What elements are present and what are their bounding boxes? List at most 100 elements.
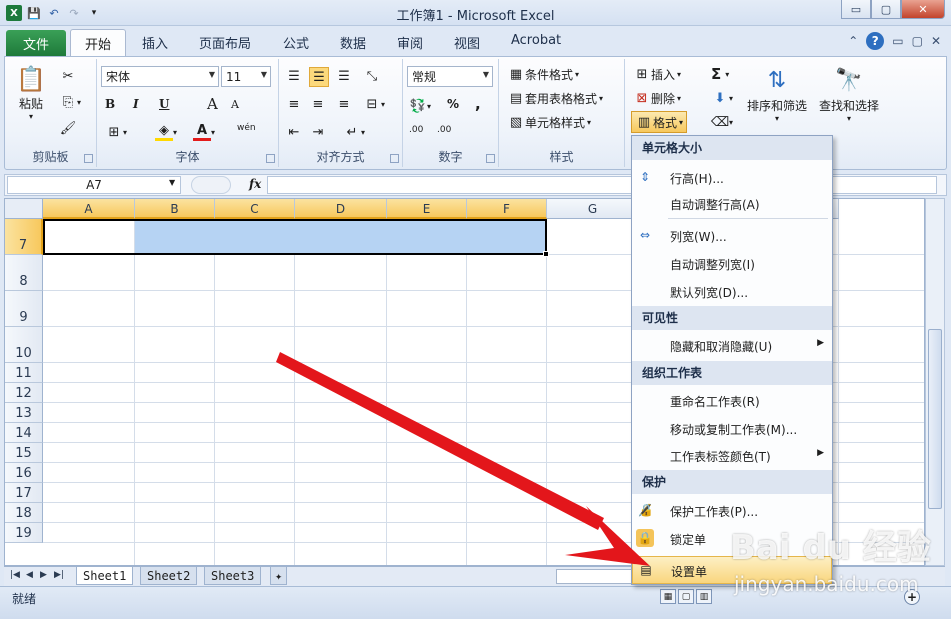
bold-button[interactable]: B (105, 97, 115, 111)
tab-review[interactable]: 审阅 (397, 33, 423, 52)
align-left-button[interactable]: ≡ (285, 95, 303, 113)
increase-indent-button[interactable]: ⇥ (309, 123, 327, 141)
font-name-combo[interactable]: 宋体 ▼ (101, 66, 219, 87)
menu-item-default-width[interactable]: 默认列宽(D)... (632, 278, 832, 304)
minimize-ribbon-icon[interactable]: ⌃ (848, 34, 858, 48)
shrink-font-button[interactable]: A (231, 98, 239, 111)
page-break-view-icon[interactable]: ▥ (696, 589, 712, 604)
row-header-15[interactable]: 15 (5, 443, 43, 463)
font-size-combo[interactable]: 11 ▼ (221, 66, 271, 87)
zoom-in-icon[interactable]: + (904, 589, 920, 605)
menu-item-lock-cell[interactable]: 🔒 锁定单 (632, 525, 832, 551)
row-header-19[interactable]: 19 (5, 523, 43, 543)
menu-item-protect-sheet[interactable]: 🔏 保护工作表(P)... (632, 497, 832, 523)
fill-color-button[interactable]: ◈ ▾ (155, 123, 177, 141)
vertical-scrollbar[interactable] (925, 198, 945, 566)
sheet-tab-sheet2[interactable]: Sheet2 (140, 567, 198, 585)
menu-item-column-width[interactable]: ⇔ 列宽(W)... (632, 222, 832, 248)
insert-function-icon[interactable]: fx (249, 177, 261, 191)
tab-formulas[interactable]: 公式 (283, 33, 309, 52)
row-header-10[interactable]: 10 (5, 327, 43, 363)
doc-minimize-icon[interactable]: ▭ (892, 34, 903, 48)
menu-item-autofit-row[interactable]: 自动调整行高(A) (632, 190, 832, 216)
decrease-decimal-button[interactable]: .00 (437, 125, 451, 135)
increase-decimal-button[interactable]: .00 (409, 125, 423, 135)
row-header-17[interactable]: 17 (5, 483, 43, 503)
fill-handle[interactable] (543, 251, 549, 257)
column-header-d[interactable]: D (295, 199, 387, 219)
sort-filter-button[interactable]: ⇅ 排序和筛选 ▾ (747, 63, 807, 124)
format-painter-button[interactable]: 🖌 (59, 119, 77, 137)
align-bottom-button[interactable]: ☰ (335, 67, 353, 85)
sheet-tab-sheet1[interactable]: Sheet1 (76, 567, 134, 585)
conditional-format-button[interactable]: ▦ 条件格式 ▾ (507, 65, 579, 83)
first-sheet-icon[interactable]: |◀ (10, 570, 20, 580)
align-right-button[interactable]: ≡ (335, 95, 353, 113)
help-icon[interactable]: ? (866, 32, 885, 50)
column-header-g[interactable]: G (547, 199, 639, 219)
borders-button[interactable]: ⊞ ▾ (105, 123, 127, 141)
tab-acrobat[interactable]: Acrobat (511, 33, 561, 48)
column-header-f[interactable]: F (467, 199, 547, 219)
row-header-12[interactable]: 12 (5, 383, 43, 403)
close-button[interactable]: ✕ (901, 0, 945, 19)
number-format-combo[interactable]: 常规 ▼ (407, 66, 493, 87)
row-header-14[interactable]: 14 (5, 423, 43, 443)
menu-item-row-height[interactable]: ⇕ 行高(H)... (632, 164, 832, 190)
find-select-button[interactable]: 🔭 查找和选择 ▾ (819, 63, 879, 124)
formula-resize-handle[interactable] (191, 176, 231, 194)
column-header-c[interactable]: C (215, 199, 295, 219)
copy-button[interactable]: ⎘ ▾ (59, 93, 81, 111)
tab-data[interactable]: 数据 (340, 33, 366, 52)
wrap-text-button[interactable]: ↵ ▾ (343, 123, 365, 141)
menu-item-hide-unhide[interactable]: 隐藏和取消隐藏(U) ▶ (632, 332, 832, 358)
menu-item-move-copy-sheet[interactable]: 移动或复制工作表(M)... (632, 415, 832, 441)
grow-font-button[interactable]: A (207, 95, 218, 113)
next-sheet-icon[interactable]: ▶ (40, 570, 47, 580)
phonetic-button[interactable]: wén (237, 123, 256, 133)
dialog-launcher-icon[interactable] (266, 154, 275, 163)
prev-sheet-icon[interactable]: ◀ (26, 570, 33, 580)
tab-page-layout[interactable]: 页面布局 (199, 33, 251, 52)
row-header-8[interactable]: 8 (5, 255, 43, 291)
tab-view[interactable]: 视图 (454, 33, 480, 52)
percent-button[interactable]: % (447, 97, 459, 111)
menu-item-format-cells[interactable]: ▤ 设置单 (632, 556, 832, 584)
clear-button[interactable]: ⌫ ▾ (711, 113, 733, 131)
format-as-table-button[interactable]: ▤ 套用表格格式 ▾ (507, 89, 603, 107)
row-header-16[interactable]: 16 (5, 463, 43, 483)
last-sheet-icon[interactable]: ▶| (54, 570, 64, 580)
menu-item-tab-color[interactable]: 工作表标签颜色(T) ▶ (632, 442, 832, 468)
dialog-launcher-icon[interactable] (390, 154, 399, 163)
format-cells-button[interactable]: ▥ 格式 ▾ (631, 111, 688, 133)
currency-button[interactable]: 💱 ▾ (409, 97, 431, 115)
formula-input[interactable] (267, 176, 937, 194)
normal-view-icon[interactable]: ▦ (660, 589, 676, 604)
column-header-e[interactable]: E (387, 199, 467, 219)
italic-button[interactable]: I (133, 97, 139, 111)
row-header-7[interactable]: 7 (5, 219, 43, 255)
delete-cells-button[interactable]: ⊠ 删除 ▾ (633, 89, 681, 107)
doc-close-icon[interactable]: ✕ (931, 34, 941, 48)
decrease-indent-button[interactable]: ⇤ (285, 123, 303, 141)
merge-center-button[interactable]: ⊟ ▾ (363, 95, 385, 113)
row-header-11[interactable]: 11 (5, 363, 43, 383)
select-all-corner[interactable] (5, 199, 43, 219)
comma-button[interactable]: , (475, 95, 481, 113)
cut-button[interactable]: ✂ (59, 67, 77, 85)
insert-sheet-button[interactable]: ✦ (270, 567, 288, 585)
row-header-18[interactable]: 18 (5, 503, 43, 523)
menu-item-autofit-column[interactable]: 自动调整列宽(I) (632, 250, 832, 276)
align-middle-button[interactable]: ☰ (309, 67, 329, 87)
doc-restore-icon[interactable]: ▢ (912, 34, 923, 48)
minimize-button[interactable]: ▭ (841, 0, 871, 19)
underline-button[interactable]: U (159, 97, 169, 111)
tab-file[interactable]: 文件 (6, 30, 66, 56)
paste-button[interactable]: 📋 粘贴 ▾ (13, 63, 49, 121)
tab-insert[interactable]: 插入 (142, 33, 168, 52)
scroll-thumb[interactable] (928, 329, 942, 509)
align-top-button[interactable]: ☰ (285, 67, 303, 85)
insert-cells-button[interactable]: ⊞ 插入 ▾ (633, 65, 681, 83)
row-header-13[interactable]: 13 (5, 403, 43, 423)
dialog-launcher-icon[interactable] (486, 154, 495, 163)
